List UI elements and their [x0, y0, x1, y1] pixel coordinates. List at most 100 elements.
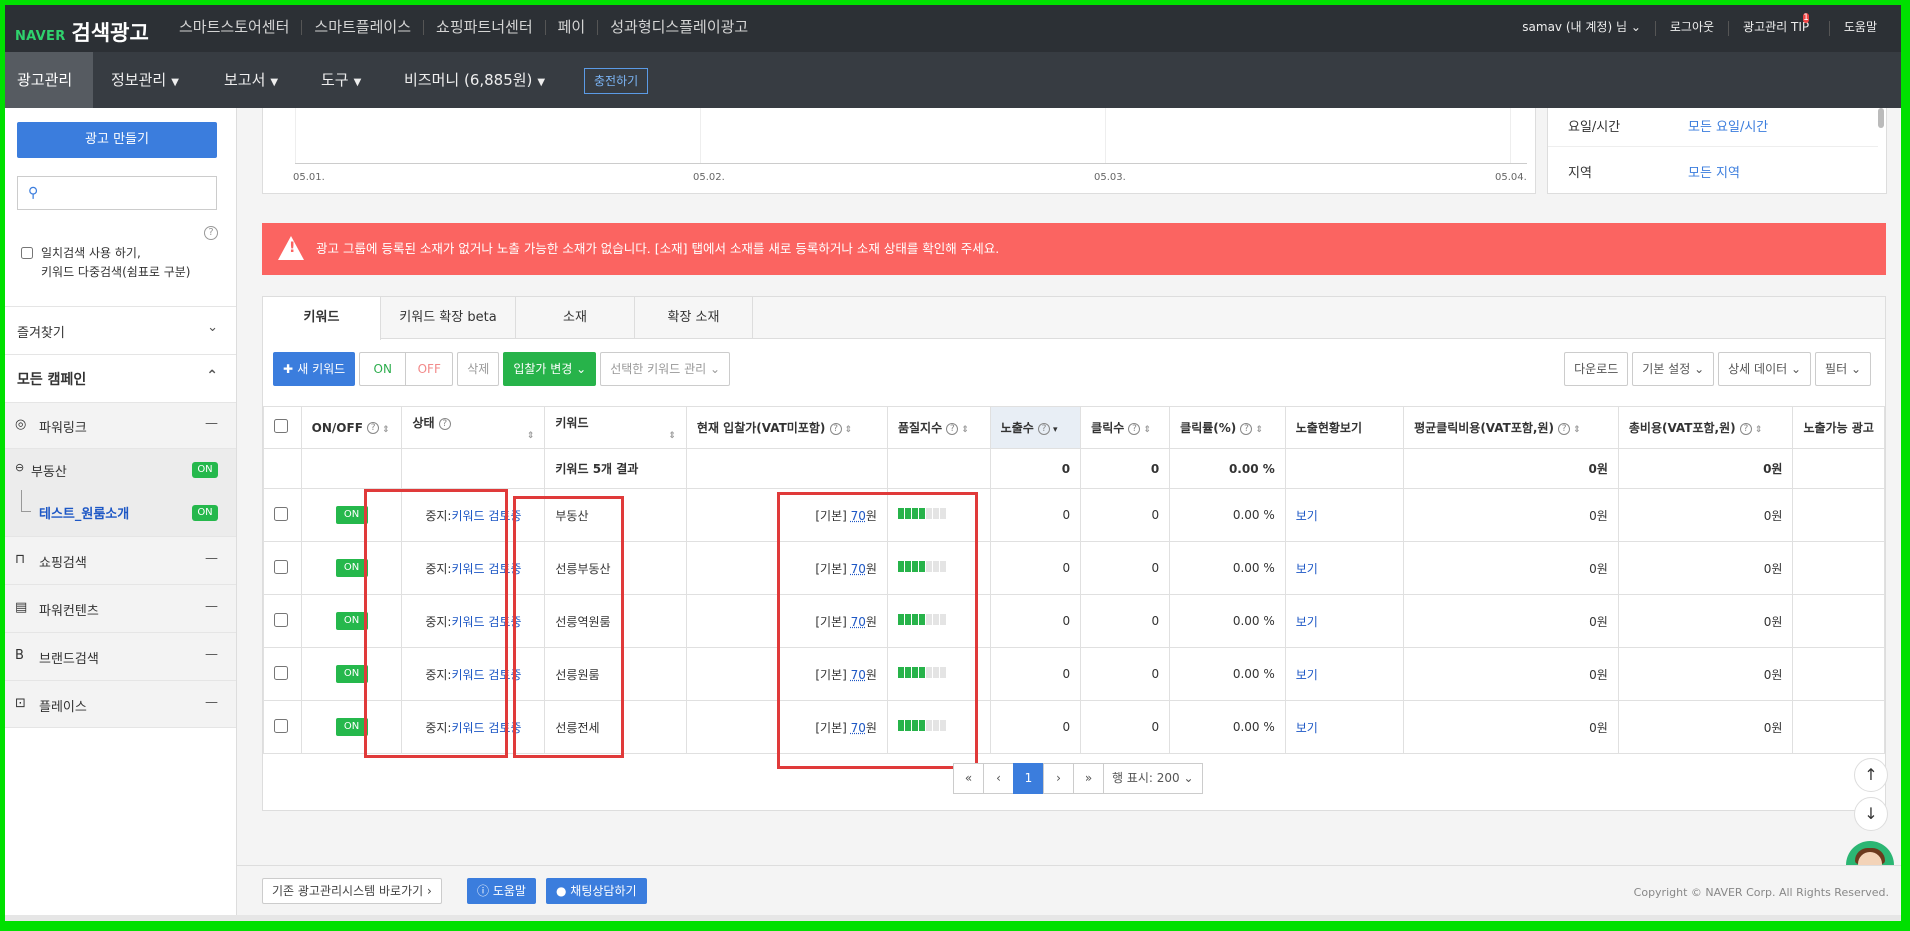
help-icon[interactable]: ?	[1558, 422, 1571, 435]
legacy-system-link[interactable]: 기존 광고관리시스템 바로가기 ›	[262, 878, 442, 904]
onoff-toggle[interactable]: ON	[335, 559, 368, 577]
tab-keywords[interactable]: 키워드	[263, 297, 381, 340]
nav-shopping-partner[interactable]: 쇼핑파트너센터	[423, 20, 545, 35]
manage-selected-dropdown[interactable]: 선택한 키워드 관리 ⌄	[600, 352, 731, 386]
nav-info-management[interactable]: 정보관리 ▼	[111, 52, 179, 108]
help-icon[interactable]: ?	[1240, 422, 1253, 435]
powerlink-row[interactable]: ◎ 파워링크 —	[5, 402, 236, 448]
tab-keyword-expansion[interactable]: 키워드 확장 beta	[381, 297, 516, 339]
view-exposure-link[interactable]: 보기	[1296, 668, 1318, 682]
exact-search-checkbox[interactable]	[21, 247, 33, 259]
place-row[interactable]: ⊡ 플레이스 —	[5, 680, 236, 728]
sort-icon[interactable]: ⇕	[527, 431, 535, 441]
help-icon[interactable]: ?	[204, 226, 218, 240]
exact-search-option[interactable]: 일치검색 사용 하기, 키워드 다중검색(쉼표로 구분)	[21, 244, 190, 282]
on-button[interactable]: ON	[360, 353, 407, 385]
detail-data-dropdown[interactable]: 상세 데이터 ⌄	[1718, 352, 1812, 386]
powercontents-row[interactable]: ▤ 파워컨텐츠 —	[5, 584, 236, 632]
download-button[interactable]: 다운로드	[1564, 352, 1629, 386]
first-page-button[interactable]: «	[953, 763, 984, 794]
view-exposure-link[interactable]: 보기	[1296, 562, 1318, 576]
row-checkbox[interactable]	[274, 559, 288, 574]
nav-display-ads[interactable]: 성과형디스플레이광고	[597, 20, 760, 35]
last-page-button[interactable]: »	[1073, 763, 1104, 794]
tab-creatives[interactable]: 소재	[516, 297, 635, 339]
page-button[interactable]: 1	[1013, 763, 1044, 794]
region-value[interactable]: 모든 지역	[1688, 166, 1740, 181]
col-onoff[interactable]: ON/OFF ? ⇕	[300, 406, 403, 449]
col-ctr[interactable]: 클릭률(%) ? ⇕	[1169, 406, 1286, 449]
onoff-toggle[interactable]: ON	[335, 612, 368, 630]
make-ad-button[interactable]: 광고 만들기	[17, 122, 217, 158]
row-checkbox[interactable]	[274, 718, 288, 733]
row-checkbox[interactable]	[274, 612, 288, 627]
tab-extensions[interactable]: 확장 소재	[635, 297, 753, 339]
nav-ad-management[interactable]: 광고관리	[5, 52, 93, 108]
chat-consult-button[interactable]: ● 채팅상담하기	[546, 878, 647, 904]
onoff-toggle[interactable]: ON	[335, 718, 368, 736]
help-icon[interactable]: ?	[1037, 422, 1050, 435]
sort-icon[interactable]: ⇕	[1755, 425, 1763, 435]
horizontal-scrollbar[interactable]	[5, 915, 1901, 921]
sort-icon[interactable]: ⇕	[1255, 425, 1263, 435]
help-icon[interactable]: ?	[829, 422, 842, 435]
scroll-bottom-button[interactable]: ↓	[1854, 797, 1888, 831]
scroll-top-button[interactable]: ↑	[1854, 758, 1888, 792]
footer-help-button[interactable]: ⓘ 도움말	[467, 878, 536, 904]
filter-dropdown[interactable]: 필터 ⌄	[1815, 352, 1871, 386]
scrollbar[interactable]	[1878, 108, 1884, 128]
sort-desc-icon[interactable]: ▾	[1053, 425, 1058, 435]
help-link[interactable]: 도움말	[1828, 21, 1891, 36]
onoff-toggle[interactable]: ON	[335, 506, 368, 524]
default-settings-dropdown[interactable]: 기본 설정 ⌄	[1632, 352, 1715, 386]
next-page-button[interactable]: ›	[1043, 763, 1074, 794]
col-clicks[interactable]: 클릭수 ? ⇕	[1080, 406, 1171, 449]
nav-bizmoney[interactable]: 비즈머니 (6,885원) ▼	[404, 52, 545, 108]
nav-smartstore[interactable]: 스마트스토어센터	[167, 20, 301, 35]
help-icon[interactable]: ?	[1739, 422, 1752, 435]
off-button[interactable]: OFF	[406, 353, 452, 385]
nav-tools[interactable]: 도구 ▼	[321, 52, 361, 108]
sort-icon[interactable]: ⇕	[1573, 425, 1581, 435]
view-exposure-link[interactable]: 보기	[1296, 615, 1318, 629]
col-impressions[interactable]: 노출수 ? ▾	[989, 406, 1082, 449]
account-menu[interactable]: samav (내 계정) 님 ⌄	[1508, 21, 1655, 36]
col-possible-ads[interactable]: 노출가능 광고	[1792, 406, 1885, 449]
bid-change-button[interactable]: 입찰가 변경 ⌄	[503, 352, 597, 386]
delete-button[interactable]: 삭제	[457, 352, 500, 386]
help-icon[interactable]: ?	[1128, 422, 1141, 435]
view-exposure-link[interactable]: 보기	[1296, 721, 1318, 735]
view-exposure-link[interactable]: 보기	[1296, 509, 1318, 523]
logo[interactable]: NAVER 검색광고	[15, 17, 149, 47]
col-total-cost[interactable]: 총비용(VAT포함,원) ? ⇕	[1617, 406, 1794, 449]
col-bid[interactable]: 현재 입찰가(VAT미포함) ? ⇕	[685, 406, 888, 449]
nav-reports[interactable]: 보고서 ▼	[224, 52, 278, 108]
onoff-toggle[interactable]: ON	[335, 665, 368, 683]
row-checkbox[interactable]	[274, 665, 288, 680]
row-checkbox[interactable]	[274, 506, 288, 521]
nav-pay[interactable]: 페이	[544, 20, 598, 35]
help-icon[interactable]: ?	[946, 422, 959, 435]
day-time-value[interactable]: 모든 요일/시간	[1688, 120, 1768, 135]
campaign-search-input[interactable]: ⚲	[17, 176, 217, 210]
col-keyword[interactable]: 키워드 ⇕	[544, 406, 687, 449]
prev-page-button[interactable]: ‹	[983, 763, 1014, 794]
charge-button[interactable]: 충전하기	[584, 68, 649, 94]
shopping-row[interactable]: ⊓ 쇼핑검색 —	[5, 536, 236, 584]
help-icon[interactable]: ?	[367, 422, 380, 434]
logout-link[interactable]: 로그아웃	[1654, 21, 1728, 36]
new-keyword-button[interactable]: ✚ 새 키워드	[273, 352, 356, 386]
col-avg-cpc[interactable]: 평균클릭비용(VAT포함,원) ? ⇕	[1403, 406, 1619, 449]
sort-icon[interactable]: ⇕	[668, 431, 676, 441]
nav-smartplace[interactable]: 스마트플레이스	[301, 20, 423, 35]
help-icon[interactable]: ?	[438, 417, 451, 430]
tip-link[interactable]: 광고관리 TIP1	[1728, 13, 1829, 36]
rows-per-page-select[interactable]: 행 표시: 200 ⌄	[1103, 763, 1203, 794]
all-campaigns-row[interactable]: 모든 캠페인 ⌃	[5, 354, 236, 402]
adgroup-row[interactable]: 테스트_원룸소개 ON	[5, 490, 236, 536]
col-quality[interactable]: 품질지수 ? ⇕	[886, 406, 991, 449]
sort-icon[interactable]: ⇕	[382, 425, 390, 435]
favorites-row[interactable]: 즐겨찾기 ⌄	[5, 306, 236, 354]
sort-icon[interactable]: ⇕	[961, 425, 969, 435]
campaign-row[interactable]: ⊖ 부동산 ON	[5, 448, 236, 490]
